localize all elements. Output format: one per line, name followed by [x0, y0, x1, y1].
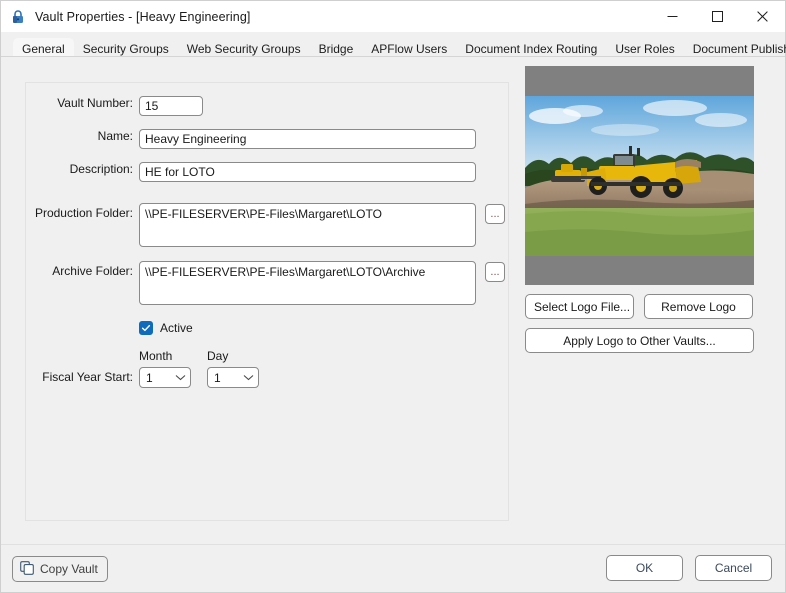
production-folder-input[interactable]: \\PE-FILESERVER\PE-Files\Margaret\LOTO	[139, 203, 476, 247]
vault-properties-dialog: Vault Properties - [Heavy Engineering] G…	[0, 0, 786, 593]
description-label: Description:	[69, 162, 133, 176]
archive-folder-input[interactable]: \\PE-FILESERVER\PE-Files\Margaret\LOTO\A…	[139, 261, 476, 305]
copy-vault-button[interactable]: Copy Vault	[12, 556, 108, 582]
footer-action-buttons: OK Cancel	[606, 555, 772, 581]
window-controls	[650, 1, 785, 32]
tab-strip-container: General Security Groups Web Security Gro…	[1, 32, 786, 60]
fiscal-month-select[interactable]: 1	[139, 367, 191, 388]
vault-number-row: Vault Number:	[26, 96, 510, 116]
active-checkbox-group[interactable]: Active	[139, 321, 193, 335]
logo-preview-frame	[525, 66, 754, 285]
archive-folder-label: Archive Folder:	[52, 264, 133, 278]
fiscal-day-value: 1	[214, 370, 221, 385]
production-folder-browse-button[interactable]: ...	[485, 204, 505, 224]
name-row: Name:	[26, 129, 510, 149]
vault-number-label: Vault Number:	[57, 96, 133, 110]
copy-icon	[20, 560, 34, 578]
archive-folder-row: Archive Folder: \\PE-FILESERVER\PE-Files…	[26, 261, 510, 305]
close-button[interactable]	[740, 1, 785, 32]
vault-number-input[interactable]	[139, 96, 203, 116]
fiscal-year-start-row: Fiscal Year Start: Month 1 Day 1	[26, 349, 510, 388]
logo-button-row: Select Logo File... Remove Logo	[525, 294, 754, 319]
minimize-button[interactable]	[650, 1, 695, 32]
window-title: Vault Properties - [Heavy Engineering]	[35, 9, 251, 24]
tab-strip: General Security Groups Web Security Gro…	[1, 32, 786, 60]
archive-folder-browse-button[interactable]: ...	[485, 262, 505, 282]
active-label: Active	[160, 321, 193, 335]
ok-button[interactable]: OK	[606, 555, 683, 581]
select-logo-file-button[interactable]: Select Logo File...	[525, 294, 634, 319]
apply-logo-to-other-vaults-button[interactable]: Apply Logo to Other Vaults...	[525, 328, 754, 353]
active-checkbox[interactable]	[139, 321, 153, 335]
description-row: Description:	[26, 162, 510, 182]
fiscal-year-start-label: Fiscal Year Start:	[42, 370, 133, 384]
vault-details-group: Vault Number: Name: Description: Product…	[25, 82, 509, 521]
vault-details-rows: Vault Number: Name: Description: Product…	[26, 83, 510, 388]
title-bar-left: Vault Properties - [Heavy Engineering]	[1, 9, 250, 25]
name-input[interactable]	[139, 129, 476, 149]
production-folder-row: Production Folder: \\PE-FILESERVER\PE-Fi…	[26, 203, 510, 247]
fiscal-month-group: Month 1	[139, 349, 191, 388]
dialog-footer: Copy Vault OK Cancel	[1, 544, 785, 592]
fiscal-day-group: Day 1	[207, 349, 259, 388]
chevron-down-icon	[243, 374, 254, 381]
maximize-button[interactable]	[695, 1, 740, 32]
remove-logo-button[interactable]: Remove Logo	[644, 294, 753, 319]
production-folder-label: Production Folder:	[34, 206, 133, 220]
logo-panel: Select Logo File... Remove Logo Apply Lo…	[525, 66, 754, 353]
chevron-down-icon	[175, 374, 186, 381]
description-input[interactable]	[139, 162, 476, 182]
fiscal-month-value: 1	[146, 370, 153, 385]
active-row: Active	[26, 321, 510, 335]
fiscal-day-select[interactable]: 1	[207, 367, 259, 388]
name-label: Name:	[97, 129, 133, 143]
lock-icon	[10, 9, 26, 25]
general-tab-panel: Vault Number: Name: Description: Product…	[1, 57, 785, 544]
copy-vault-label: Copy Vault	[40, 562, 98, 576]
month-header: Month	[139, 349, 173, 363]
logo-image	[525, 95, 754, 256]
cancel-button[interactable]: Cancel	[695, 555, 772, 581]
title-bar: Vault Properties - [Heavy Engineering]	[1, 1, 785, 32]
day-header: Day	[207, 349, 229, 363]
